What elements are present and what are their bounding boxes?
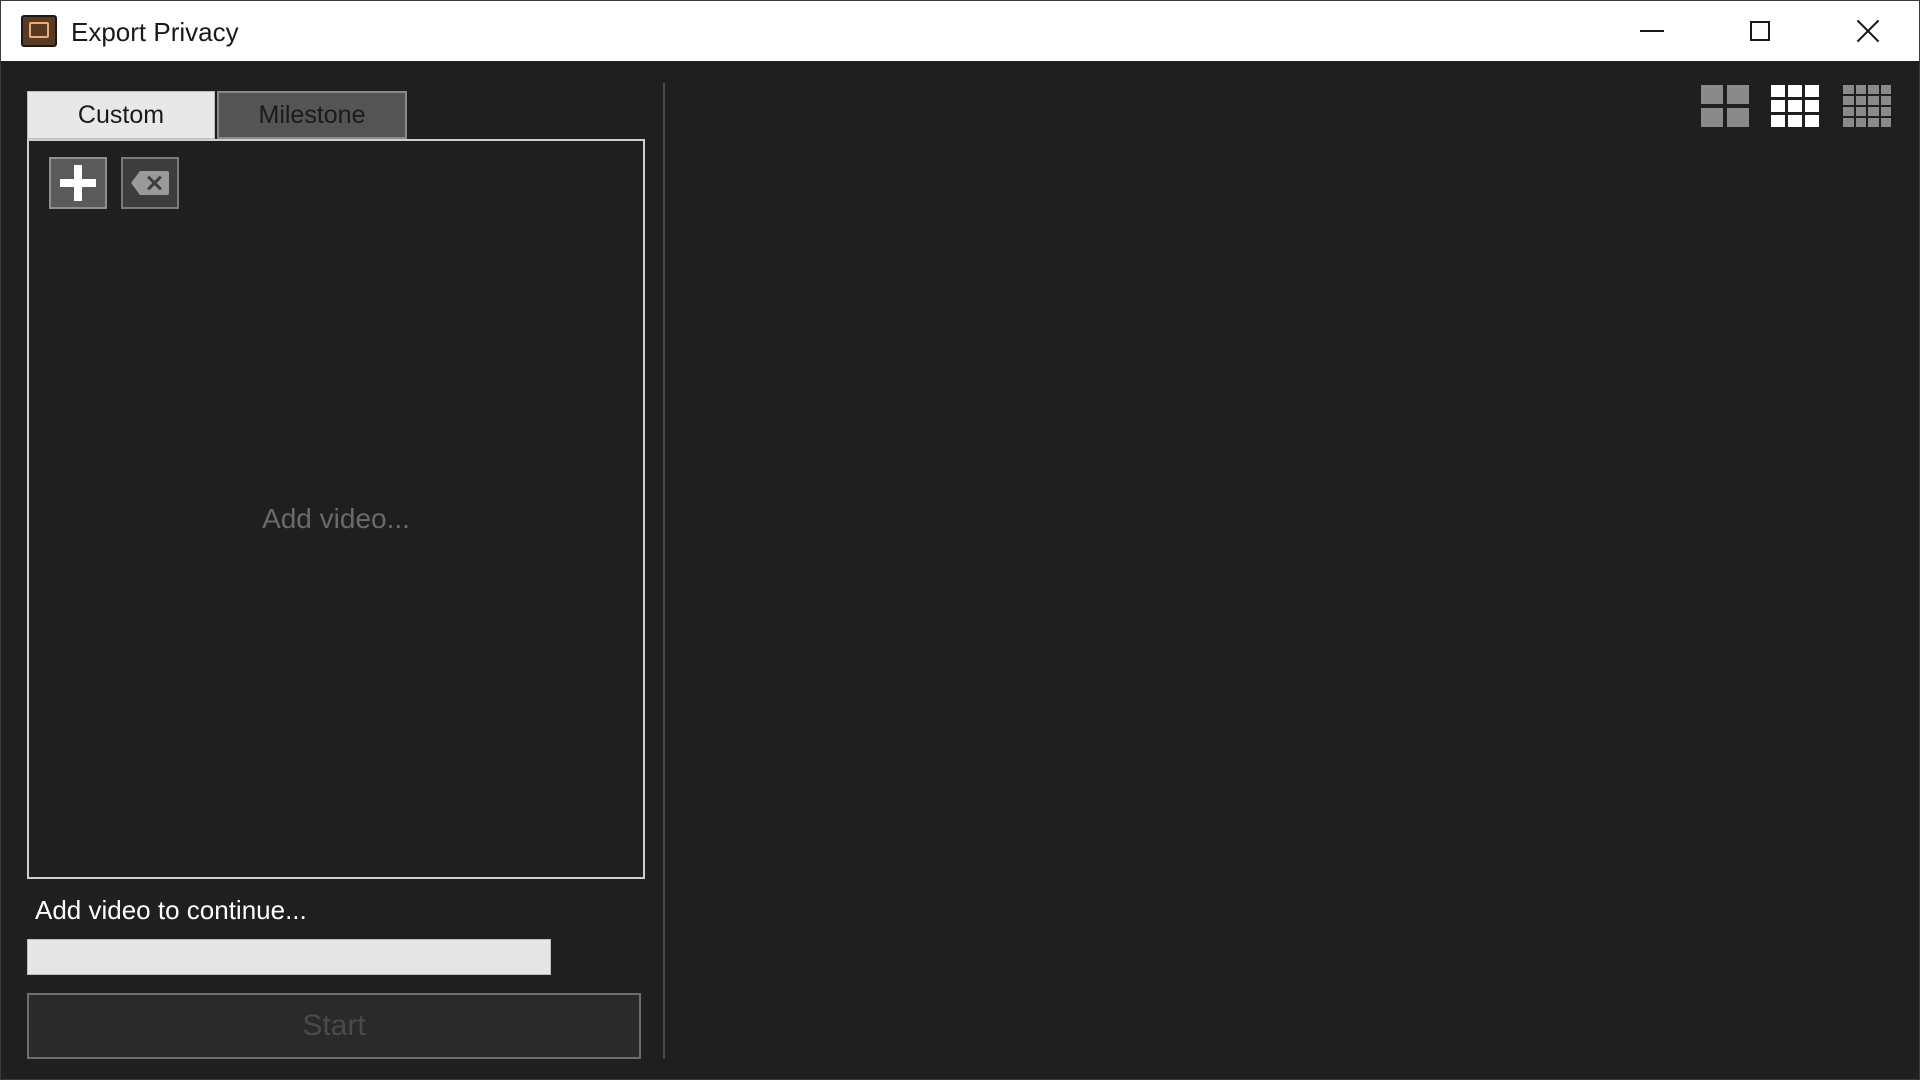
window-title: Export Privacy [71, 17, 239, 47]
maximize-button[interactable] [1707, 1, 1813, 61]
layout-2x2-button[interactable] [1701, 85, 1749, 127]
progress-bar [27, 939, 551, 975]
remove-video-button[interactable] [121, 157, 179, 209]
layout-4x4-button[interactable] [1843, 85, 1891, 127]
panel-divider[interactable] [663, 83, 665, 1059]
minimize-icon [1640, 30, 1664, 32]
status-text: Add video to continue... [35, 895, 307, 925]
start-button[interactable]: Start [27, 993, 641, 1059]
video-list-panel[interactable]: Add video... [27, 139, 645, 879]
app-icon [21, 15, 57, 47]
close-button[interactable] [1815, 1, 1920, 61]
maximize-icon [1750, 21, 1770, 41]
add-video-button[interactable] [49, 157, 107, 209]
minimize-button[interactable] [1599, 1, 1705, 61]
plus-icon [60, 165, 96, 201]
video-list-placeholder: Add video... [262, 503, 410, 534]
title-bar: Export Privacy [1, 1, 1919, 61]
layout-3x3-button[interactable] [1771, 85, 1819, 127]
close-icon [1855, 18, 1881, 44]
tab-custom[interactable]: Custom [27, 91, 215, 139]
export-privacy-window: Export Privacy Custom Milestone Add vide… [0, 0, 1920, 1080]
backspace-icon [131, 171, 169, 195]
tab-milestone[interactable]: Milestone [217, 91, 407, 139]
